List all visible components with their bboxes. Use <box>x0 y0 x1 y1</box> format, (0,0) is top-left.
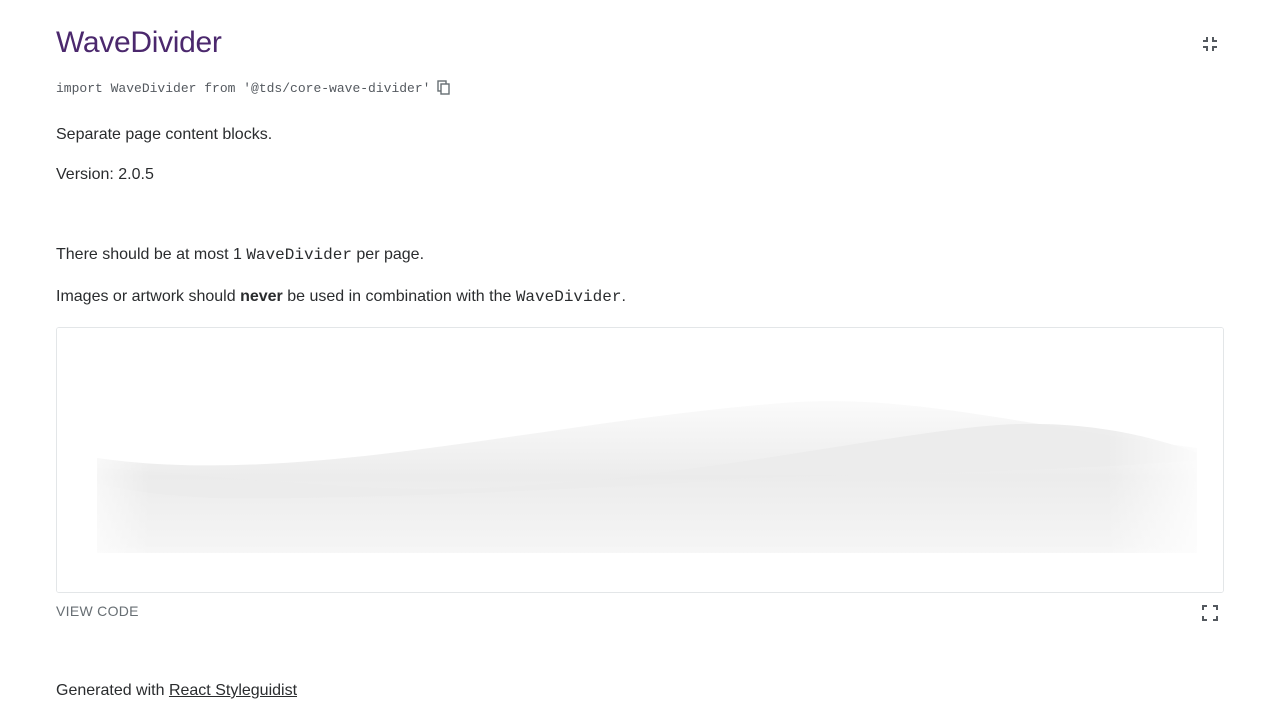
guideline-two: Images or artwork should never be used i… <box>56 285 626 309</box>
guideline-two-prefix: Images or artwork should <box>56 288 241 305</box>
footer: Generated with React Styleguidist <box>56 679 297 703</box>
guideline-two-code: WaveDivider <box>515 288 622 306</box>
guideline-one-prefix: There should be at most 1 <box>56 246 247 263</box>
wave-divider-graphic <box>57 328 1223 592</box>
guideline-two-suffix: . <box>621 288 626 305</box>
collapse-arrows-icon[interactable] <box>1200 34 1220 54</box>
view-code-button[interactable]: VIEW CODE <box>56 603 139 619</box>
version-label: Version: 2.0.5 <box>56 166 154 183</box>
guideline-one-code: WaveDivider <box>246 246 352 264</box>
guideline-two-emphasis: never <box>240 288 283 305</box>
guideline-two-middle: be used in combination with the <box>282 288 516 305</box>
styleguidist-link[interactable]: React Styleguidist <box>169 682 297 699</box>
copy-icon[interactable] <box>436 80 452 96</box>
import-statement: import WaveDivider from '@tds/core-wave-… <box>56 78 452 98</box>
example-preview <box>56 327 1224 593</box>
example-toolbar: VIEW CODE <box>56 600 1224 626</box>
component-description: Separate page content blocks. <box>56 126 273 143</box>
footer-prefix: Generated with <box>56 682 169 699</box>
import-code: import WaveDivider from '@tds/core-wave-… <box>56 80 431 96</box>
title-row: WaveDivider <box>56 24 1224 64</box>
guideline-one: There should be at most 1 WaveDivider pe… <box>56 243 424 267</box>
guideline-one-suffix: per page. <box>351 246 425 263</box>
page-title: WaveDivider <box>56 26 222 59</box>
fullscreen-icon[interactable] <box>1200 603 1220 623</box>
